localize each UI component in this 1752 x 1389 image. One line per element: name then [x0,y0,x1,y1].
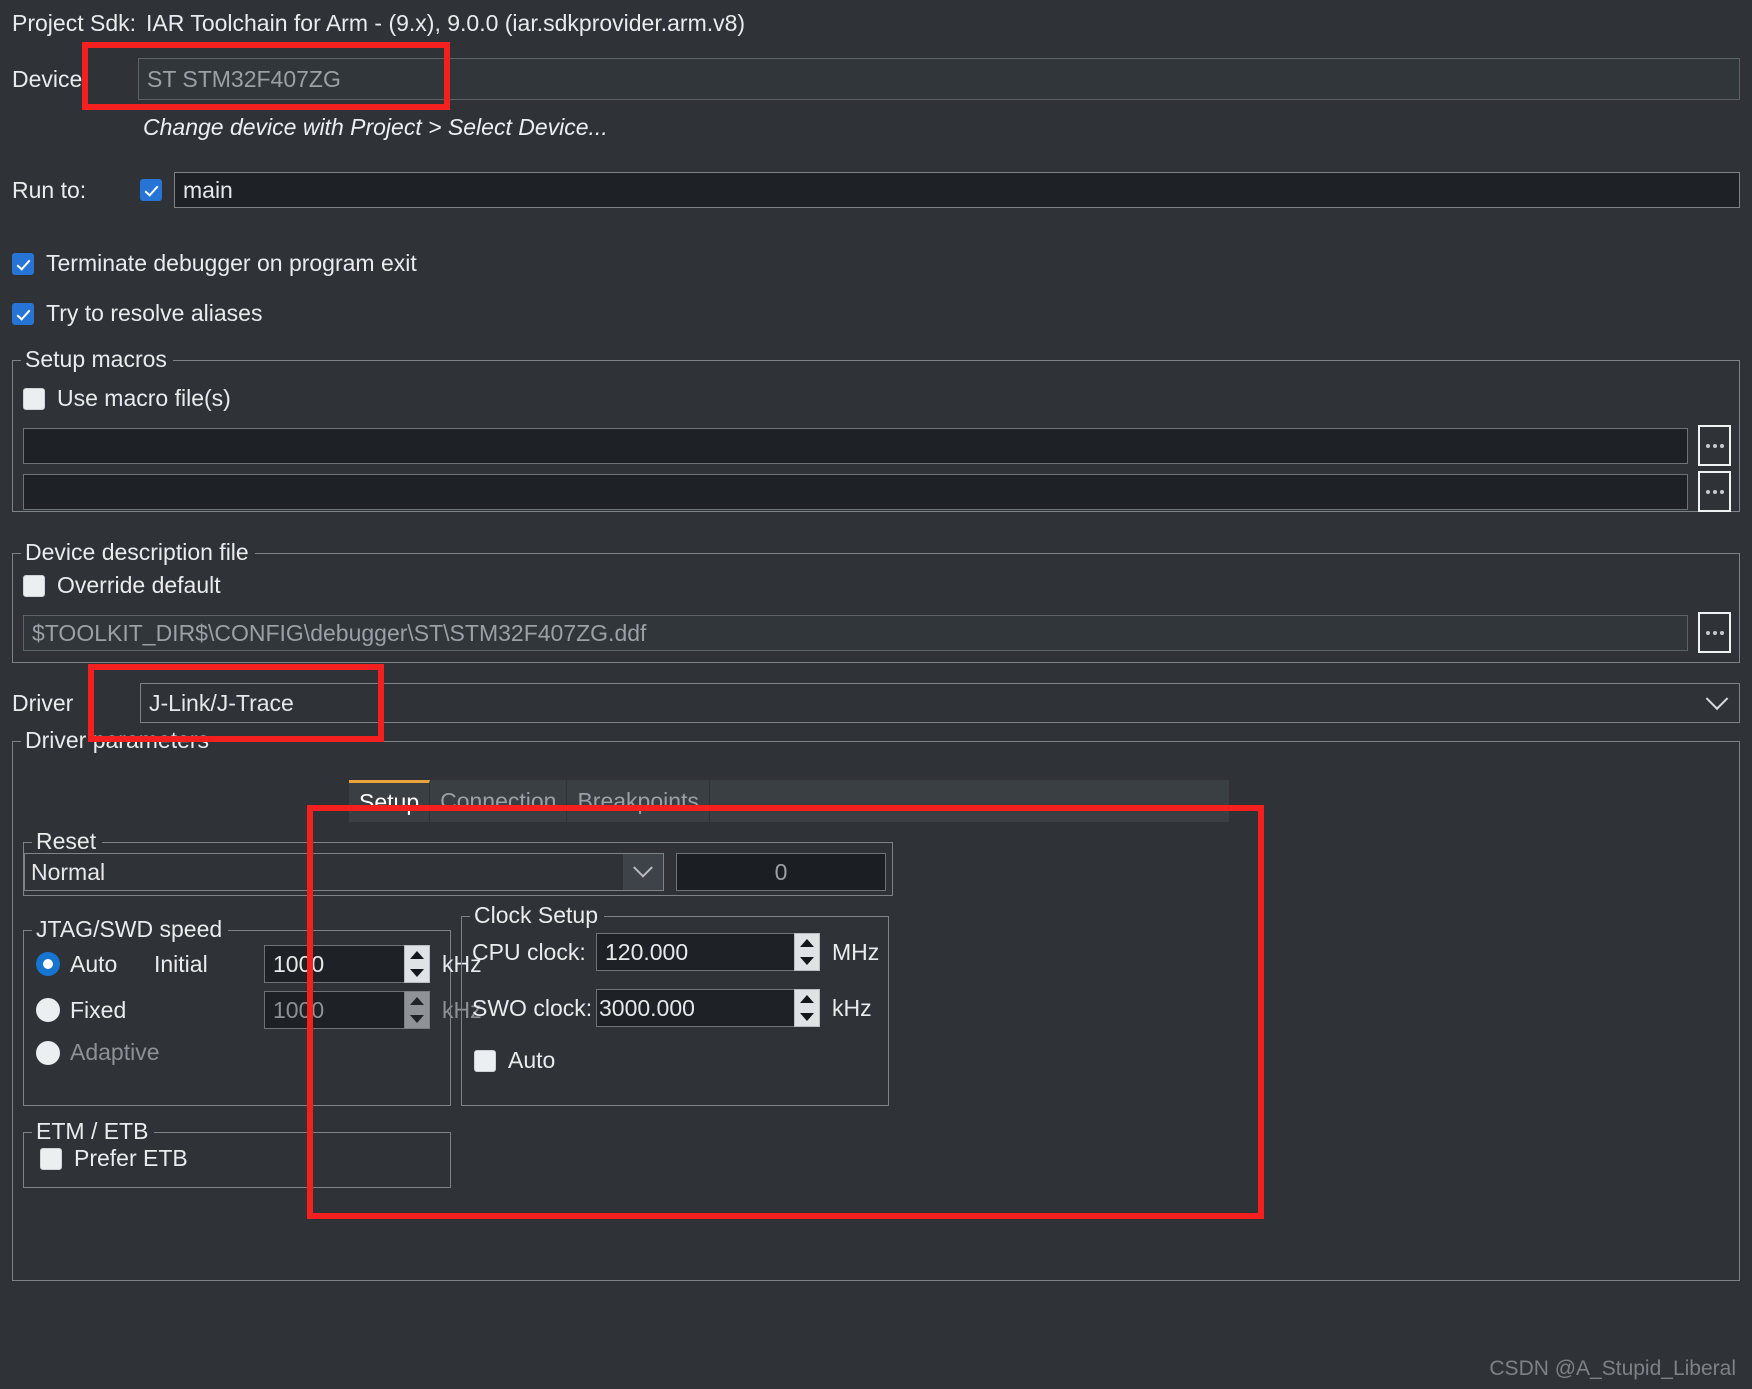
tab-connection[interactable]: Connection [430,780,568,822]
terminate-debugger-row[interactable]: Terminate debugger on program exit [12,250,417,277]
driver-parameters-tabbar: Setup Connection Breakpoints [349,780,1229,822]
ddf-path-row: $TOOLKIT_DIR$\CONFIG\debugger\ST\STM32F4… [23,612,1731,653]
device-description-file-legend: Device description file [21,539,255,566]
use-macro-files-label: Use macro file(s) [57,385,231,411]
reset-delay-input[interactable]: 0 [676,853,886,891]
reset-mode-value: Normal [31,858,106,885]
override-default-checkbox[interactable] [23,574,45,597]
reset-mode-select[interactable]: Normal [24,853,664,891]
device-change-hint: Change device with Project > Select Devi… [143,114,608,140]
speed-adaptive-radio[interactable] [36,1040,60,1065]
run-to-checkbox[interactable] [140,179,162,201]
jtag-swd-speed-group: JTAG/SWD speed Auto Initial 1000 kHz Fix… [23,916,482,1106]
tab-setup[interactable]: Setup [349,780,431,822]
swo-clock-label: SWO clock: [472,994,593,1021]
cpu-clock-label: CPU clock: [472,938,586,965]
override-default-row[interactable]: Override default [23,572,221,599]
override-default-label: Override default [57,572,221,598]
etm-etb-legend: ETM / ETB [32,1118,155,1145]
speed-fixed-spinner[interactable] [404,991,430,1029]
speed-fixed-radio[interactable] [36,998,60,1022]
tabbar-filler [709,780,1229,822]
macro-file-input-2[interactable] [23,473,1688,510]
speed-fixed-input[interactable]: 1000 [264,991,404,1029]
jtag-swd-speed-legend: JTAG/SWD speed [32,916,229,943]
swo-auto-checkbox[interactable] [474,1049,496,1072]
use-macro-files-checkbox[interactable] [23,387,45,410]
resolve-aliases-row[interactable]: Try to resolve aliases [12,300,262,327]
prefer-etb-label: Prefer ETB [74,1145,188,1171]
macro-file-row-1 [23,425,1731,466]
run-to-label: Run to: [12,176,87,203]
ddf-browse-button[interactable] [1698,612,1731,653]
macro-file-browse-button-2[interactable] [1698,471,1731,512]
run-to-input[interactable]: main [174,172,1740,208]
tab-breakpoints[interactable]: Breakpoints [567,780,710,822]
speed-auto-label: Auto [70,950,118,977]
device-description-file-group: Device description file Override default… [12,539,1740,663]
macro-file-input-1[interactable] [23,427,1688,464]
driver-parameters-group: Driver parameters Setup Connection Break… [12,727,1740,1281]
cpu-clock-unit: MHz [832,938,880,965]
reset-legend: Reset [32,828,103,855]
clock-setup-group: Clock Setup CPU clock: 120.000 MHz SWO c… [461,902,889,1106]
resolve-aliases-checkbox[interactable] [12,302,34,325]
driver-parameters-legend: Driver parameters [21,727,216,754]
terminate-debugger-label: Terminate debugger on program exit [46,250,417,276]
speed-initial-spinner[interactable] [404,945,430,983]
project-sdk-row: Project Sdk: IAR Toolchain for Arm - (9.… [12,10,745,37]
device-row: Device ST STM32F407ZG [12,58,1740,100]
swo-auto-row[interactable]: Auto [474,1047,555,1074]
device-label: Device [12,65,83,92]
project-sdk-value: IAR Toolchain for Arm - (9.x), 9.0.0 (ia… [146,10,746,36]
prefer-etb-checkbox[interactable] [40,1147,62,1170]
speed-initial-input[interactable]: 1000 [264,945,404,983]
macro-file-row-2 [23,471,1731,512]
driver-select-value: J-Link/J-Trace [149,689,294,716]
speed-auto-radio[interactable] [36,952,60,976]
swo-clock-input[interactable]: 3000.000 [596,989,794,1027]
project-sdk-label: Project Sdk: [12,10,136,36]
swo-clock-unit: kHz [832,994,872,1021]
prefer-etb-row[interactable]: Prefer ETB [40,1145,188,1172]
speed-initial-label: Initial [154,950,208,977]
chevron-down-icon[interactable] [1695,687,1739,711]
speed-adaptive-label: Adaptive [70,1039,160,1065]
run-to-row: Run to: main [12,172,1740,208]
resolve-aliases-label: Try to resolve aliases [46,300,263,326]
setup-macros-legend: Setup macros [21,346,173,373]
ddf-path-input[interactable]: $TOOLKIT_DIR$\CONFIG\debugger\ST\STM32F4… [23,614,1688,651]
speed-fixed-label: Fixed [70,996,127,1023]
swo-clock-spinner[interactable] [794,989,820,1027]
terminate-debugger-checkbox[interactable] [12,252,34,275]
etm-etb-group: ETM / ETB Prefer ETB [23,1118,451,1188]
setup-macros-group: Setup macros Use macro file(s) [12,346,1740,512]
driver-select[interactable]: J-Link/J-Trace [140,683,1740,723]
driver-row: Driver J-Link/J-Trace [12,683,1740,723]
iar-debugger-settings-page: Project Sdk: IAR Toolchain for Arm - (9.… [0,0,1752,1389]
macro-file-browse-button-1[interactable] [1698,425,1731,466]
cpu-clock-input[interactable]: 120.000 [596,933,794,971]
reset-group: Reset Normal 0 [23,828,893,896]
driver-label: Driver [12,689,74,716]
use-macro-files-row[interactable]: Use macro file(s) [23,385,231,412]
swo-auto-label: Auto [508,1047,556,1073]
device-input[interactable]: ST STM32F407ZG [138,58,1740,100]
reset-chevron-down-icon[interactable] [623,854,663,890]
clock-setup-legend: Clock Setup [470,902,605,929]
cpu-clock-spinner[interactable] [794,933,820,971]
watermark: CSDN @A_Stupid_Liberal [1489,1357,1736,1380]
